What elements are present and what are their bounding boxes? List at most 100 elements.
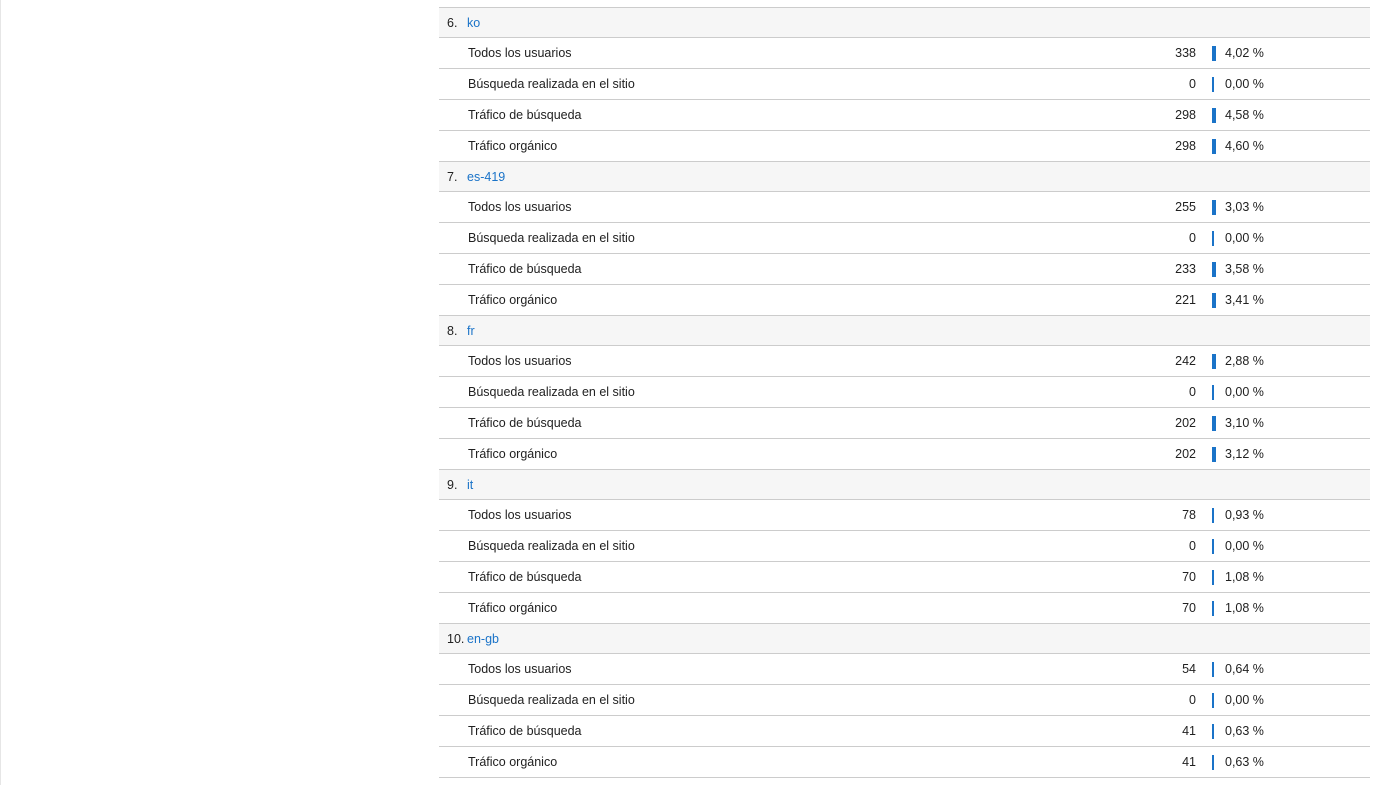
- segment-label: Tráfico de búsqueda: [468, 724, 582, 738]
- users-value: 0: [1189, 539, 1196, 553]
- users-value: 202: [1175, 447, 1196, 461]
- users-value: 0: [1189, 231, 1196, 245]
- users-value: 298: [1175, 108, 1196, 122]
- percent-value: 1,08 %: [1225, 570, 1264, 584]
- segment-label: Tráfico orgánico: [468, 293, 558, 307]
- language-segment-table: 6. ko Todos los usuarios 338 4,02 % Búsque…: [439, 7, 1370, 778]
- percent-value: 4,02 %: [1225, 46, 1264, 60]
- percent-bar: [1212, 508, 1214, 523]
- segment-row: Búsqueda realizada en el sitio 0 0,00 %: [439, 531, 1370, 562]
- language-link[interactable]: es-419: [467, 170, 505, 184]
- users-value: 0: [1189, 693, 1196, 707]
- row-index: 6.: [447, 15, 458, 30]
- percent-value: 0,00 %: [1225, 385, 1264, 399]
- segment-row: Tráfico de búsqueda 41 0,63 %: [439, 716, 1370, 747]
- users-value: 0: [1189, 385, 1196, 399]
- segment-row: Búsqueda realizada en el sitio 0 0,00 %: [439, 223, 1370, 254]
- left-divider: [0, 0, 1, 785]
- row-index: 8.: [447, 323, 458, 338]
- segment-label: Todos los usuarios: [468, 354, 572, 368]
- segment-row: Tráfico de búsqueda 298 4,58 %: [439, 100, 1370, 131]
- segment-row: Tráfico orgánico 70 1,08 %: [439, 593, 1370, 624]
- percent-bar: [1212, 46, 1216, 61]
- percent-bar: [1212, 601, 1214, 616]
- percent-bar: [1212, 662, 1214, 677]
- percent-bar: [1212, 447, 1216, 462]
- percent-bar: [1212, 139, 1216, 154]
- users-value: 54: [1182, 662, 1196, 676]
- segment-label: Búsqueda realizada en el sitio: [468, 693, 635, 707]
- percent-value: 3,10 %: [1225, 416, 1264, 430]
- language-link[interactable]: it: [467, 478, 473, 492]
- segment-label: Búsqueda realizada en el sitio: [468, 231, 635, 245]
- segment-row: Tráfico orgánico 41 0,63 %: [439, 747, 1370, 778]
- segment-row: Tráfico orgánico 298 4,60 %: [439, 131, 1370, 162]
- users-value: 338: [1175, 46, 1196, 60]
- percent-value: 3,03 %: [1225, 200, 1264, 214]
- segment-label: Tráfico orgánico: [468, 601, 558, 615]
- users-value: 298: [1175, 139, 1196, 153]
- percent-value: 0,93 %: [1225, 508, 1264, 522]
- segment-row: Búsqueda realizada en el sitio 0 0,00 %: [439, 685, 1370, 716]
- segment-label: Tráfico de búsqueda: [468, 108, 582, 122]
- group-header-row: 6. ko: [439, 8, 1370, 38]
- segment-label: Búsqueda realizada en el sitio: [468, 539, 635, 553]
- percent-bar: [1212, 231, 1214, 246]
- percent-bar: [1212, 693, 1214, 708]
- segment-label: Búsqueda realizada en el sitio: [468, 77, 635, 91]
- segment-row: Todos los usuarios 242 2,88 %: [439, 346, 1370, 377]
- segment-label: Todos los usuarios: [468, 662, 572, 676]
- percent-bar: [1212, 570, 1214, 585]
- segment-label: Todos los usuarios: [468, 508, 572, 522]
- language-link[interactable]: ko: [467, 16, 480, 30]
- segment-label: Tráfico orgánico: [468, 755, 558, 769]
- percent-bar: [1212, 77, 1214, 92]
- users-value: 221: [1175, 293, 1196, 307]
- segment-row: Todos los usuarios 78 0,93 %: [439, 500, 1370, 531]
- group-header-row: 9. it: [439, 470, 1370, 500]
- segment-label: Tráfico de búsqueda: [468, 416, 582, 430]
- percent-bar: [1212, 724, 1214, 739]
- percent-bar: [1212, 385, 1214, 400]
- row-index: 9.: [447, 477, 458, 492]
- segment-row: Tráfico de búsqueda 233 3,58 %: [439, 254, 1370, 285]
- group-header-row: 10. en-gb: [439, 624, 1370, 654]
- percent-bar: [1212, 108, 1216, 123]
- users-value: 78: [1182, 508, 1196, 522]
- segment-label: Tráfico orgánico: [468, 139, 558, 153]
- segment-label: Todos los usuarios: [468, 46, 572, 60]
- users-value: 41: [1182, 755, 1196, 769]
- segment-row: Tráfico orgánico 221 3,41 %: [439, 285, 1370, 316]
- percent-value: 3,12 %: [1225, 447, 1264, 461]
- language-link[interactable]: fr: [467, 324, 475, 338]
- percent-value: 0,00 %: [1225, 77, 1264, 91]
- segment-row: Tráfico de búsqueda 202 3,10 %: [439, 408, 1370, 439]
- percent-value: 0,00 %: [1225, 539, 1264, 553]
- language-link[interactable]: en-gb: [467, 632, 499, 646]
- percent-value: 0,63 %: [1225, 755, 1264, 769]
- group-header-row: 7. es-419: [439, 162, 1370, 192]
- segment-label: Tráfico orgánico: [468, 447, 558, 461]
- segment-label: Tráfico de búsqueda: [468, 262, 582, 276]
- percent-value: 3,58 %: [1225, 262, 1264, 276]
- percent-bar: [1212, 200, 1216, 215]
- percent-value: 2,88 %: [1225, 354, 1264, 368]
- segment-label: Tráfico de búsqueda: [468, 570, 582, 584]
- users-value: 70: [1182, 570, 1196, 584]
- users-value: 233: [1175, 262, 1196, 276]
- row-index: 7.: [447, 169, 458, 184]
- segment-row: Búsqueda realizada en el sitio 0 0,00 %: [439, 377, 1370, 408]
- segment-row: Tráfico de búsqueda 70 1,08 %: [439, 562, 1370, 593]
- segment-row: Tráfico orgánico 202 3,12 %: [439, 439, 1370, 470]
- percent-value: 0,64 %: [1225, 662, 1264, 676]
- users-value: 41: [1182, 724, 1196, 738]
- group-header-row: 8. fr: [439, 316, 1370, 346]
- percent-value: 4,58 %: [1225, 108, 1264, 122]
- users-value: 202: [1175, 416, 1196, 430]
- percent-bar: [1212, 262, 1216, 277]
- percent-value: 0,00 %: [1225, 231, 1264, 245]
- percent-bar: [1212, 539, 1214, 554]
- percent-bar: [1212, 416, 1216, 431]
- percent-bar: [1212, 293, 1216, 308]
- percent-value: 0,00 %: [1225, 693, 1264, 707]
